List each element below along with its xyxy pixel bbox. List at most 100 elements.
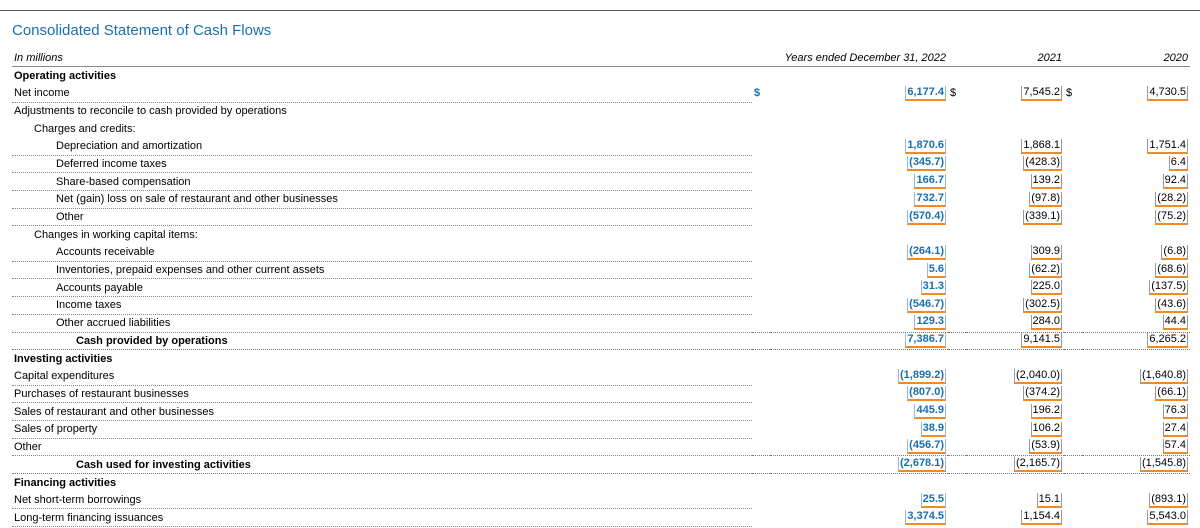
currency-2020	[1064, 314, 1082, 332]
value-2021-value[interactable]: 225.0	[1030, 280, 1063, 296]
currency-2021	[948, 331, 967, 351]
table-row: Accounts payable 31.3 225.0 (137.5)	[12, 278, 1190, 298]
value-2021-value[interactable]: 106.2	[1030, 421, 1063, 437]
value-2020-value[interactable]: 6.4	[1168, 156, 1189, 172]
value-2021-value[interactable]: (53.9)	[1029, 439, 1063, 455]
value-2022-value[interactable]: 445.9	[914, 404, 947, 420]
value-2020: (43.6)	[1082, 297, 1190, 315]
value-2021: 309.9	[966, 244, 1064, 262]
currency-2020	[1064, 261, 1082, 279]
currency-2022	[752, 331, 770, 351]
value-2022-value[interactable]: 5.6	[926, 262, 947, 278]
value-2021-value[interactable]: (62.2)	[1029, 262, 1063, 278]
value-2022-value[interactable]: 38.9	[920, 421, 947, 437]
value-2020: 92.4	[1082, 173, 1190, 191]
top-rule	[0, 10, 1200, 11]
value-2021-value[interactable]: (374.2)	[1023, 386, 1063, 402]
value-2022: (345.7)	[770, 155, 948, 173]
value-2022: (264.1)	[770, 244, 948, 262]
value-2021-value[interactable]: (2,165.7)	[1014, 457, 1063, 473]
value-2021-value[interactable]: 139.2	[1030, 174, 1063, 190]
value-2022-value[interactable]: 732.7	[914, 191, 947, 207]
value-2021: (62.2)	[966, 261, 1064, 279]
value-2022-value[interactable]: (546.7)	[907, 297, 947, 313]
value-2020-value[interactable]: (893.1)	[1149, 492, 1189, 508]
table-row: Depreciation and amortization 1,870.6 1,86…	[12, 137, 1190, 156]
value-2020-value[interactable]: (137.5)	[1149, 280, 1189, 296]
value-2021-value[interactable]: 284.0	[1030, 315, 1063, 331]
value-2022-value[interactable]: (2,678.1)	[897, 457, 947, 473]
value-2020: (1,640.8)	[1082, 367, 1190, 385]
value-2022-value[interactable]: (345.7)	[907, 156, 947, 172]
value-2020-value[interactable]: 1,751.4	[1147, 138, 1189, 154]
value-2022-value[interactable]: 31.3	[920, 280, 947, 296]
value-2020-value[interactable]: (75.2)	[1155, 209, 1189, 225]
value-2020-value[interactable]: 4,730.5	[1147, 85, 1189, 101]
value-2021-value[interactable]: 1,154.4	[1021, 510, 1063, 526]
value-2022-value[interactable]: 3,374.5	[905, 510, 947, 526]
value-2020-value[interactable]: 5,543.0	[1147, 510, 1189, 526]
value-2021-value[interactable]: 9,141.5	[1021, 333, 1063, 349]
value-2021-value[interactable]: (2,040.0)	[1014, 368, 1063, 384]
value-2020-value[interactable]: 92.4	[1162, 174, 1189, 190]
page-title: Consolidated Statement of Cash Flows	[12, 22, 272, 39]
value-2021-value[interactable]: 309.9	[1030, 244, 1063, 260]
value-2022-value[interactable]: 1,870.6	[905, 138, 947, 154]
value-2021-value[interactable]: (428.3)	[1023, 156, 1063, 172]
value-2021-value[interactable]: 196.2	[1030, 404, 1063, 420]
currency-2020	[1064, 137, 1082, 155]
value-2020-value[interactable]: (66.1)	[1155, 386, 1189, 402]
value-2021: (2,040.0)	[966, 367, 1064, 385]
row-label: Inventories, prepaid expenses and other …	[12, 261, 752, 280]
row-label: Deferred income taxes	[12, 155, 752, 174]
value-2021-value[interactable]: (302.5)	[1023, 297, 1063, 313]
value-2021-value[interactable]: (339.1)	[1023, 209, 1063, 225]
value-2020: 1,751.4	[1082, 137, 1190, 155]
value-2020-value[interactable]: 57.4	[1162, 439, 1189, 455]
value-2022-value[interactable]: 129.3	[914, 315, 947, 331]
value-2020-value[interactable]: (28.2)	[1155, 191, 1189, 207]
row-label: Cash provided by operations	[12, 331, 752, 351]
currency-2020	[1064, 208, 1082, 226]
value-2020-value[interactable]: (1,545.8)	[1140, 457, 1189, 473]
value-2020-value[interactable]: 76.3	[1162, 404, 1189, 420]
value-2021-value[interactable]: 7,545.2	[1021, 85, 1063, 101]
currency-2020: $	[1066, 87, 1073, 100]
currency-2020	[1064, 438, 1082, 456]
currency-2021	[948, 438, 966, 456]
value-2022-value[interactable]: (807.0)	[907, 386, 947, 402]
currency-2021	[948, 420, 966, 438]
value-2022-value[interactable]: 25.5	[920, 492, 947, 508]
value-2020-value[interactable]: (68.6)	[1155, 262, 1189, 278]
value-2021-value[interactable]: 1,868.1	[1021, 138, 1063, 154]
value-2020-value[interactable]: 27.4	[1162, 421, 1189, 437]
currency-2020	[1064, 155, 1082, 173]
table-row: Purchases of restaurant businesses (807.0…	[12, 385, 1190, 404]
value-2020-value[interactable]: 44.4	[1162, 315, 1189, 331]
value-2021: (53.9)	[966, 438, 1064, 456]
table-row: Net income $6,177.4 $7,545.2 $4,730.5	[12, 84, 1190, 103]
value-2022-value[interactable]: (264.1)	[907, 244, 947, 260]
value-2022-value[interactable]: 6,177.4	[905, 85, 947, 101]
value-2022-value[interactable]: (456.7)	[907, 439, 947, 455]
cash-flow-table: In millions Years ended December 31, 202…	[12, 49, 1191, 528]
value-2020-value[interactable]: (1,640.8)	[1140, 368, 1189, 384]
column-header-2022: Years ended December 31, 2022	[752, 49, 949, 68]
value-2022-value[interactable]: (570.4)	[907, 209, 947, 225]
row-label: Other accrued liabilities	[12, 314, 752, 333]
currency-2021	[948, 244, 966, 262]
value-2020-value[interactable]: (43.6)	[1155, 297, 1189, 313]
currency-2021	[948, 297, 966, 315]
currency-2022	[752, 403, 770, 421]
value-2022-value[interactable]: 166.7	[914, 174, 947, 190]
value-2021-value[interactable]: (97.8)	[1029, 191, 1063, 207]
value-2021-value[interactable]: 15.1	[1036, 492, 1063, 508]
value-2020-value[interactable]: (6.8)	[1161, 244, 1189, 260]
value-2022: 7,386.7	[770, 331, 949, 351]
value-2022-value[interactable]: (1,899.2)	[897, 368, 947, 384]
value-2020-value[interactable]: 6,265.2	[1147, 333, 1189, 349]
currency-2022	[752, 455, 770, 474]
value-2021: 106.2	[966, 420, 1064, 438]
currency-2022	[752, 420, 770, 438]
value-2022-value[interactable]: 7,386.7	[905, 333, 947, 349]
